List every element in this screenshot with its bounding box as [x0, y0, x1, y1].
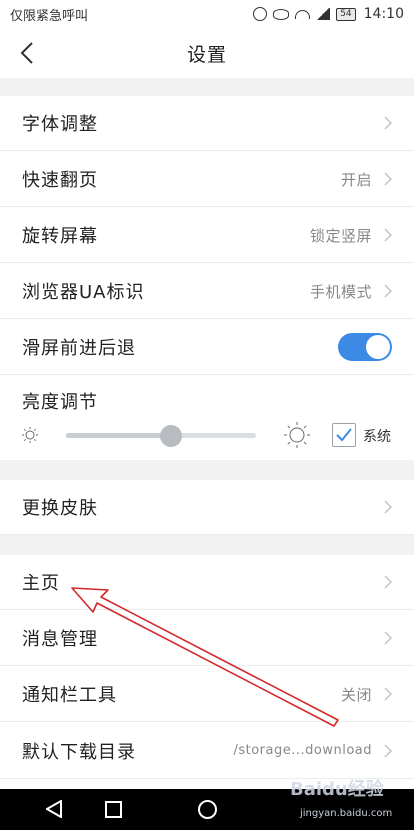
setting-label: 主页 — [22, 573, 60, 594]
brightness-section: 亮度调节 — [0, 376, 414, 460]
setting-label: 消息管理 — [22, 629, 98, 650]
setting-value: 开启 — [340, 170, 372, 189]
chevron-right-icon — [384, 575, 392, 589]
nav-recents-icon[interactable] — [105, 801, 122, 818]
setting-label: 字体调整 — [22, 114, 98, 135]
signal-icon — [316, 8, 331, 20]
brightness-label: 亮度调节 — [22, 392, 98, 413]
chevron-right-icon — [384, 687, 392, 701]
status-icons: 54 14:10 — [253, 6, 404, 22]
system-brightness-checkbox[interactable] — [332, 423, 356, 447]
chevron-right-icon — [384, 116, 392, 130]
sun-large-icon — [284, 422, 310, 448]
system-brightness-label: 系统 — [363, 429, 391, 445]
chevron-right-icon — [384, 631, 392, 645]
slider-thumb[interactable] — [159, 425, 182, 447]
checkmark-icon — [336, 428, 352, 442]
section-divider — [0, 460, 414, 480]
setting-message-mgmt[interactable]: 消息管理 — [0, 611, 414, 666]
brightness-slider[interactable] — [66, 425, 256, 447]
setting-font-adjust[interactable]: 字体调整 — [0, 96, 414, 151]
status-time: 14:10 — [363, 6, 404, 22]
setting-notification-tools[interactable]: 通知栏工具 关闭 — [0, 667, 414, 722]
sun-small-icon — [22, 427, 38, 443]
chevron-right-icon — [384, 743, 392, 758]
wifi-icon — [295, 9, 311, 19]
setting-swipe-nav: 滑屏前进后退 — [0, 320, 414, 375]
nav-back-icon[interactable] — [46, 800, 62, 818]
chevron-right-icon — [384, 284, 392, 298]
nav-home-icon[interactable] — [198, 800, 217, 819]
battery-icon: 54 — [336, 7, 356, 21]
carrier-text: 仅限紧急呼叫 — [10, 8, 89, 24]
setting-fast-flip[interactable]: 快速翻页 开启 — [0, 152, 414, 207]
section-divider — [0, 78, 414, 96]
swipe-nav-toggle[interactable] — [338, 333, 392, 361]
setting-value: 锁定竖屏 — [309, 226, 372, 245]
setting-browser-ua[interactable]: 浏览器UA标识 手机模式 — [0, 264, 414, 319]
setting-label: 更换皮肤 — [22, 498, 98, 519]
chevron-right-icon — [384, 500, 392, 514]
setting-label: 默认下载目录 — [22, 741, 136, 763]
chevron-left-icon — [20, 42, 33, 64]
watermark-logo: Baidu经验 — [290, 779, 384, 800]
chevron-right-icon — [384, 172, 392, 186]
page-title: 设置 — [186, 43, 227, 66]
setting-value: 手机模式 — [309, 282, 372, 301]
setting-label: 旋转屏幕 — [22, 226, 98, 247]
setting-rotate-screen[interactable]: 旋转屏幕 锁定竖屏 — [0, 208, 414, 263]
back-button[interactable] — [14, 40, 40, 66]
section-divider — [0, 535, 414, 555]
setting-homepage[interactable]: 主页 — [0, 555, 414, 610]
setting-label: 滑屏前进后退 — [22, 338, 136, 359]
header: 设置 — [0, 28, 414, 78]
nfc-icon — [253, 7, 268, 21]
status-bar: 仅限紧急呼叫 54 14:10 — [0, 0, 414, 28]
eye-comfort-icon — [273, 8, 290, 20]
toggle-knob — [366, 335, 390, 359]
setting-label: 快速翻页 — [22, 170, 98, 191]
setting-label: 通知栏工具 — [22, 685, 117, 706]
setting-label: 浏览器UA标识 — [22, 282, 145, 303]
chevron-right-icon — [384, 228, 392, 242]
watermark-url: jingyan.baidu.com — [300, 808, 393, 819]
setting-download-dir[interactable]: 默认下载目录 /storage...download — [0, 723, 414, 779]
slider-fill — [66, 433, 171, 438]
setting-change-skin[interactable]: 更换皮肤 — [0, 480, 414, 535]
setting-value: /storage...download — [233, 743, 372, 758]
setting-value: 关闭 — [340, 685, 372, 704]
